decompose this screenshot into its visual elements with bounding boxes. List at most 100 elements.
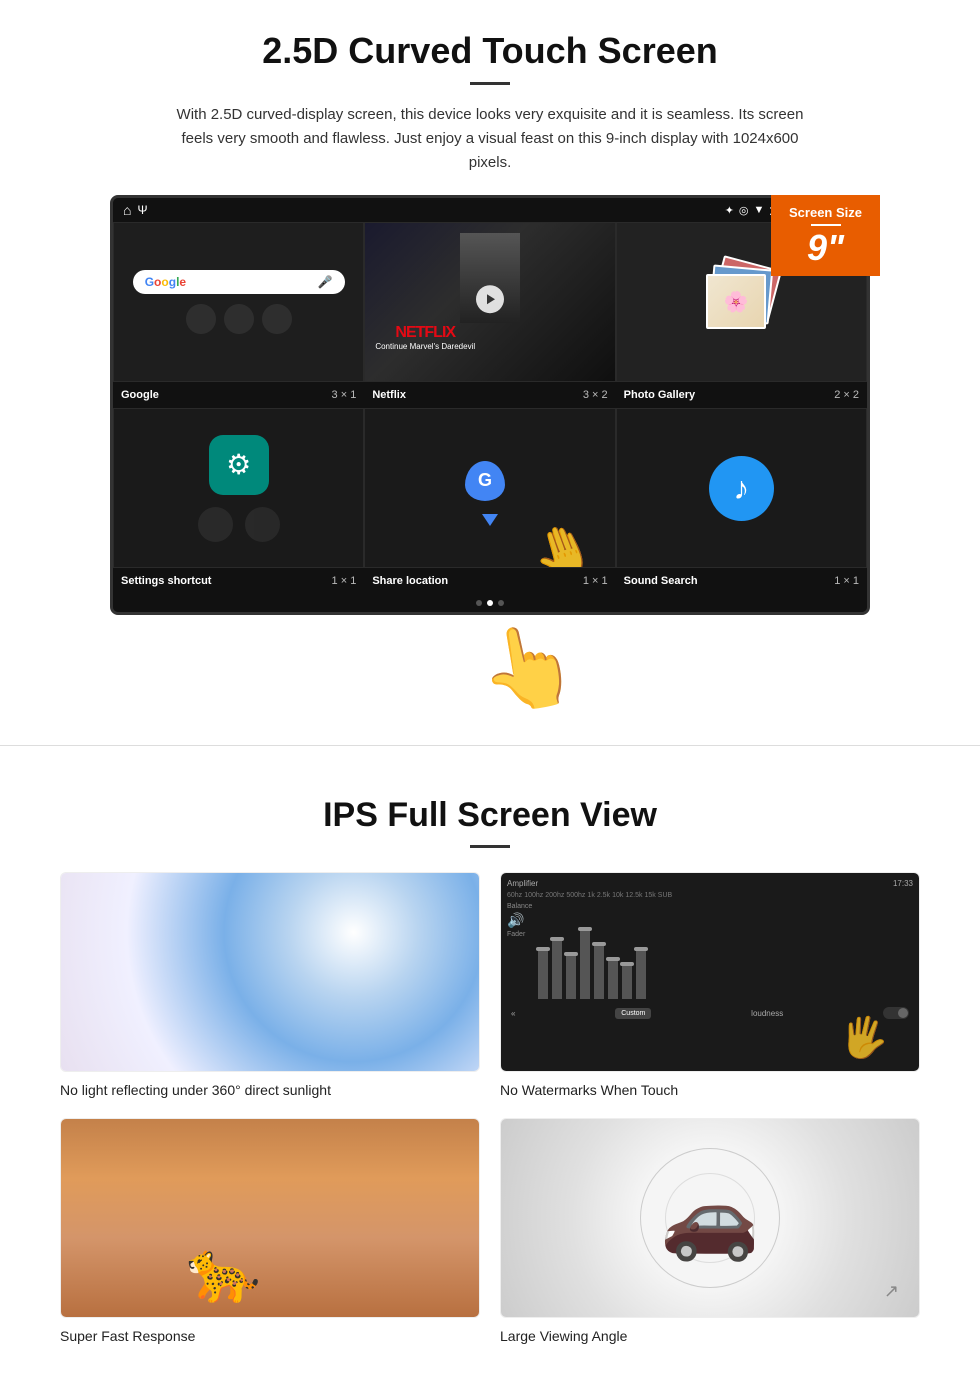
settings-app-size: 1 × 1: [332, 575, 357, 587]
section1-divider: [470, 82, 510, 85]
location-icon: ◎: [739, 204, 749, 217]
bar5: [594, 944, 604, 999]
google-search-bar[interactable]: Google 🎤: [133, 270, 345, 294]
cheetah-label: Super Fast Response: [60, 1328, 480, 1344]
bar-visual5: [594, 944, 604, 999]
section2-title: IPS Full Screen View: [60, 796, 920, 835]
bar-visual3: [566, 954, 576, 999]
app-labels-row1: Google 3 × 1 Netflix 3 × 2 Photo Gallery…: [113, 382, 867, 408]
google-app-size: 3 × 1: [332, 389, 357, 401]
device-frame: ⌂ Ψ ✦ ◎ ▼ 15:06 ⊡ ♪ ⊠ ▭: [110, 195, 870, 615]
feature-cheetah: 🐆 Super Fast Response: [60, 1118, 480, 1344]
netflix-logo-area: NETFLIX Continue Marvel's Daredevil: [375, 324, 475, 351]
bar-visual7: [622, 964, 632, 999]
mic-icon: 🎤: [318, 275, 333, 289]
netflix-bg: NETFLIX Continue Marvel's Daredevil: [365, 223, 614, 381]
device-wrapper: Screen Size 9" ⌂ Ψ ✦ ◎ ▼ 15:06 ⊡ ♪ ⊠ ▭: [110, 195, 870, 695]
amp-freqs: 60hz100hz200hz500hz1k2.5k10k12.5k15kSUB: [507, 892, 913, 899]
amp-time: 17:33: [893, 879, 913, 888]
settings-bg-circles: [198, 507, 280, 542]
google-label-cell: Google 3 × 1: [113, 386, 364, 404]
sunlight-image: [60, 872, 480, 1072]
share-app-size: 1 × 1: [583, 575, 608, 587]
share-location-cell[interactable]: G 🤚: [364, 408, 615, 568]
badge-title: Screen Size: [789, 205, 862, 220]
car-icon: 🚗: [660, 1171, 760, 1265]
settings-label-cell: Settings shortcut 1 × 1: [113, 572, 364, 590]
netflix-app-cell[interactable]: NETFLIX Continue Marvel's Daredevil: [364, 222, 615, 382]
photo-label-cell: Photo Gallery 2 × 2: [616, 386, 867, 404]
cheetah-visual: 🐆: [61, 1119, 479, 1317]
netflix-label-cell: Netflix 3 × 2: [364, 386, 615, 404]
settings-app-name: Settings shortcut: [121, 575, 211, 587]
feature-sunlight: No light reflecting under 360° direct su…: [60, 872, 480, 1098]
amp-bars: [534, 903, 913, 1003]
amp-header: Amplifier 17:33: [507, 879, 913, 888]
bar-visual1: [538, 949, 548, 999]
bar2: [552, 939, 562, 999]
section1-description: With 2.5D curved-display screen, this de…: [170, 103, 810, 175]
sound-app-name: Sound Search: [624, 575, 698, 587]
netflix-app-name: Netflix: [372, 389, 406, 401]
sunlight-visual: [61, 873, 479, 1071]
bar6: [608, 959, 618, 999]
car-label: Large Viewing Angle: [500, 1328, 920, 1344]
settings-icon: ⚙: [209, 435, 269, 495]
google-circles: [186, 304, 292, 334]
bar-visual8: [636, 949, 646, 999]
car-image: 🚗 ↗: [500, 1118, 920, 1318]
cheetah-icon: 🐆: [186, 1236, 261, 1307]
home-icon: ⌂: [123, 202, 131, 218]
hand-pointer-icon: 👆: [471, 613, 585, 723]
dot2: [487, 600, 493, 606]
amp-custom-btn: Custom: [615, 1008, 651, 1019]
play-triangle-icon: [487, 294, 495, 304]
status-bar: ⌂ Ψ ✦ ◎ ▼ 15:06 ⊡ ♪ ⊠ ▭: [113, 198, 867, 222]
page-dots: [113, 594, 867, 612]
amplifier-label: No Watermarks When Touch: [500, 1082, 920, 1098]
photo-app-size: 2 × 2: [834, 389, 859, 401]
sound-label-cell: Sound Search 1 × 1: [616, 572, 867, 590]
google-logo: Google: [145, 275, 186, 289]
usb-icon: Ψ: [137, 203, 147, 217]
amp-toggle: [883, 1007, 909, 1019]
car-arrow-icon: ↗: [884, 1281, 899, 1302]
amp-loudness: loudness: [751, 1009, 783, 1018]
feature-car: 🚗 ↗ Large Viewing Angle: [500, 1118, 920, 1344]
google-app-cell[interactable]: Google 🎤: [113, 222, 364, 382]
bar1: [538, 949, 548, 999]
flower-icon: 🌸: [724, 289, 749, 314]
amplifier-visual: Amplifier 17:33 60hz100hz200hz500hz1k2.5…: [501, 873, 919, 1071]
google-app-name: Google: [121, 389, 159, 401]
netflix-app-size: 3 × 2: [583, 389, 608, 401]
sound-app-size: 1 × 1: [834, 575, 859, 587]
cheetah-image: 🐆: [60, 1118, 480, 1318]
amp-back: «: [511, 1009, 515, 1018]
badge-divider: [811, 224, 841, 226]
photo-stack: 🌸: [706, 262, 776, 342]
settings-app-cell[interactable]: ⚙: [113, 408, 364, 568]
feature-grid: No light reflecting under 360° direct su…: [60, 872, 920, 1344]
sound-icon: ♪: [709, 456, 774, 521]
wifi-icon: ▼: [754, 204, 765, 216]
bluetooth-icon: ✦: [725, 204, 734, 217]
netflix-continue: Continue Marvel's Daredevil: [375, 342, 475, 351]
sunlight-label: No light reflecting under 360° direct su…: [60, 1082, 480, 1098]
amplifier-image: Amplifier 17:33 60hz100hz200hz500hz1k2.5…: [500, 872, 920, 1072]
badge-size: 9": [789, 230, 862, 266]
hand-touch-section: 👆: [110, 615, 870, 695]
bar8: [636, 949, 646, 999]
share-app-name: Share location: [372, 575, 448, 587]
photo-app-name: Photo Gallery: [624, 389, 696, 401]
s-circle2: [245, 507, 280, 542]
play-button[interactable]: [476, 285, 504, 313]
hand-touch-icon: 🤚: [524, 514, 603, 568]
sound-search-cell[interactable]: ♪: [616, 408, 867, 568]
s-circle1: [198, 507, 233, 542]
app-grid-row1: Google 🎤: [113, 222, 867, 382]
maps-teardrop: G: [465, 461, 505, 501]
bar7: [622, 964, 632, 999]
bar4: [580, 929, 590, 999]
share-label-cell: Share location 1 × 1: [364, 572, 615, 590]
amp-side-labels: Balance 🔊 Fader: [507, 903, 532, 938]
